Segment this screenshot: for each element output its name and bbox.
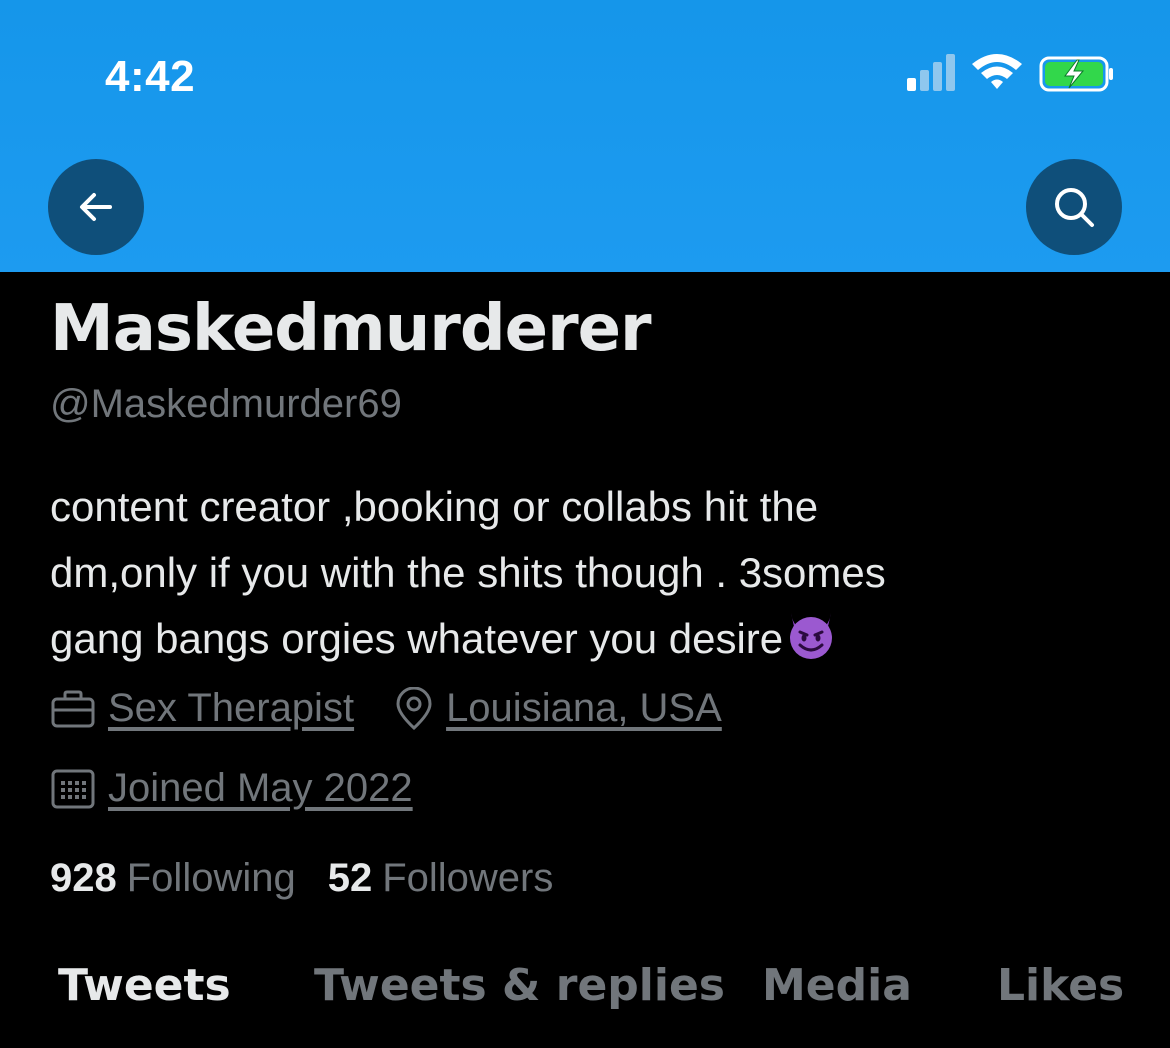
signal-icon <box>907 54 955 91</box>
bio-line: dm,only if you with the shits though . 3… <box>50 549 886 596</box>
following-count: 928 <box>50 856 117 900</box>
following-label: Following <box>126 856 296 900</box>
search-icon <box>1055 188 1094 227</box>
smiling-devil-emoji <box>790 613 833 659</box>
following-stat[interactable]: 928 Following <box>50 856 296 901</box>
profession-link[interactable]: Sex Therapist <box>108 686 354 731</box>
calendar-icon <box>51 769 95 808</box>
location-link[interactable]: Louisiana, USA <box>446 686 722 731</box>
profile-header-banner: 4:42 <box>0 0 1170 272</box>
tab-likes[interactable]: Likes <box>997 960 1124 1011</box>
search-button[interactable] <box>1026 159 1122 255</box>
bio-line-last: gang bangs orgies whatever you desire <box>50 606 1090 672</box>
battery-charging-icon <box>1039 56 1113 92</box>
bio-line-text: gang bangs orgies whatever you desire <box>50 615 784 662</box>
back-arrow-icon <box>80 193 112 221</box>
status-bar-icons <box>905 50 1125 98</box>
profile-display-name: Maskedmurderer <box>50 292 652 366</box>
profile-tabs: Tweets Tweets & replies Media Likes <box>0 960 1170 1020</box>
followers-stat[interactable]: 52 Followers <box>328 856 554 901</box>
joined-item: Joined May 2022 <box>50 766 413 811</box>
profile-section: Maskedmurderer @Maskedmurder69 content c… <box>0 272 1170 1048</box>
profile-handle: @Maskedmurder69 <box>50 382 402 426</box>
profile-bio: content creator ,booking or collabs hit … <box>50 474 1090 672</box>
back-button[interactable] <box>48 159 144 255</box>
tab-media[interactable]: Media <box>762 960 912 1011</box>
bio-line: content creator ,booking or collabs hit … <box>50 483 819 530</box>
followers-label: Followers <box>382 856 554 900</box>
profile-joined-row: Joined May 2022 <box>50 766 453 811</box>
wifi-icon <box>972 54 1022 89</box>
briefcase-icon <box>51 690 95 727</box>
profile-meta-row: Sex Therapist Louisiana, USA <box>50 686 762 731</box>
joined-date: Joined May 2022 <box>108 766 413 810</box>
location-item[interactable]: Louisiana, USA <box>394 686 722 731</box>
location-pin-icon <box>396 686 432 730</box>
tab-tweets-and-replies[interactable]: Tweets & replies <box>314 960 725 1011</box>
tab-tweets[interactable]: Tweets <box>58 960 231 1011</box>
follow-stats: 928 Following 52 Followers <box>50 856 585 901</box>
status-bar-time: 4:42 <box>105 52 196 101</box>
followers-count: 52 <box>327 856 373 900</box>
profession-item[interactable]: Sex Therapist <box>50 686 354 731</box>
